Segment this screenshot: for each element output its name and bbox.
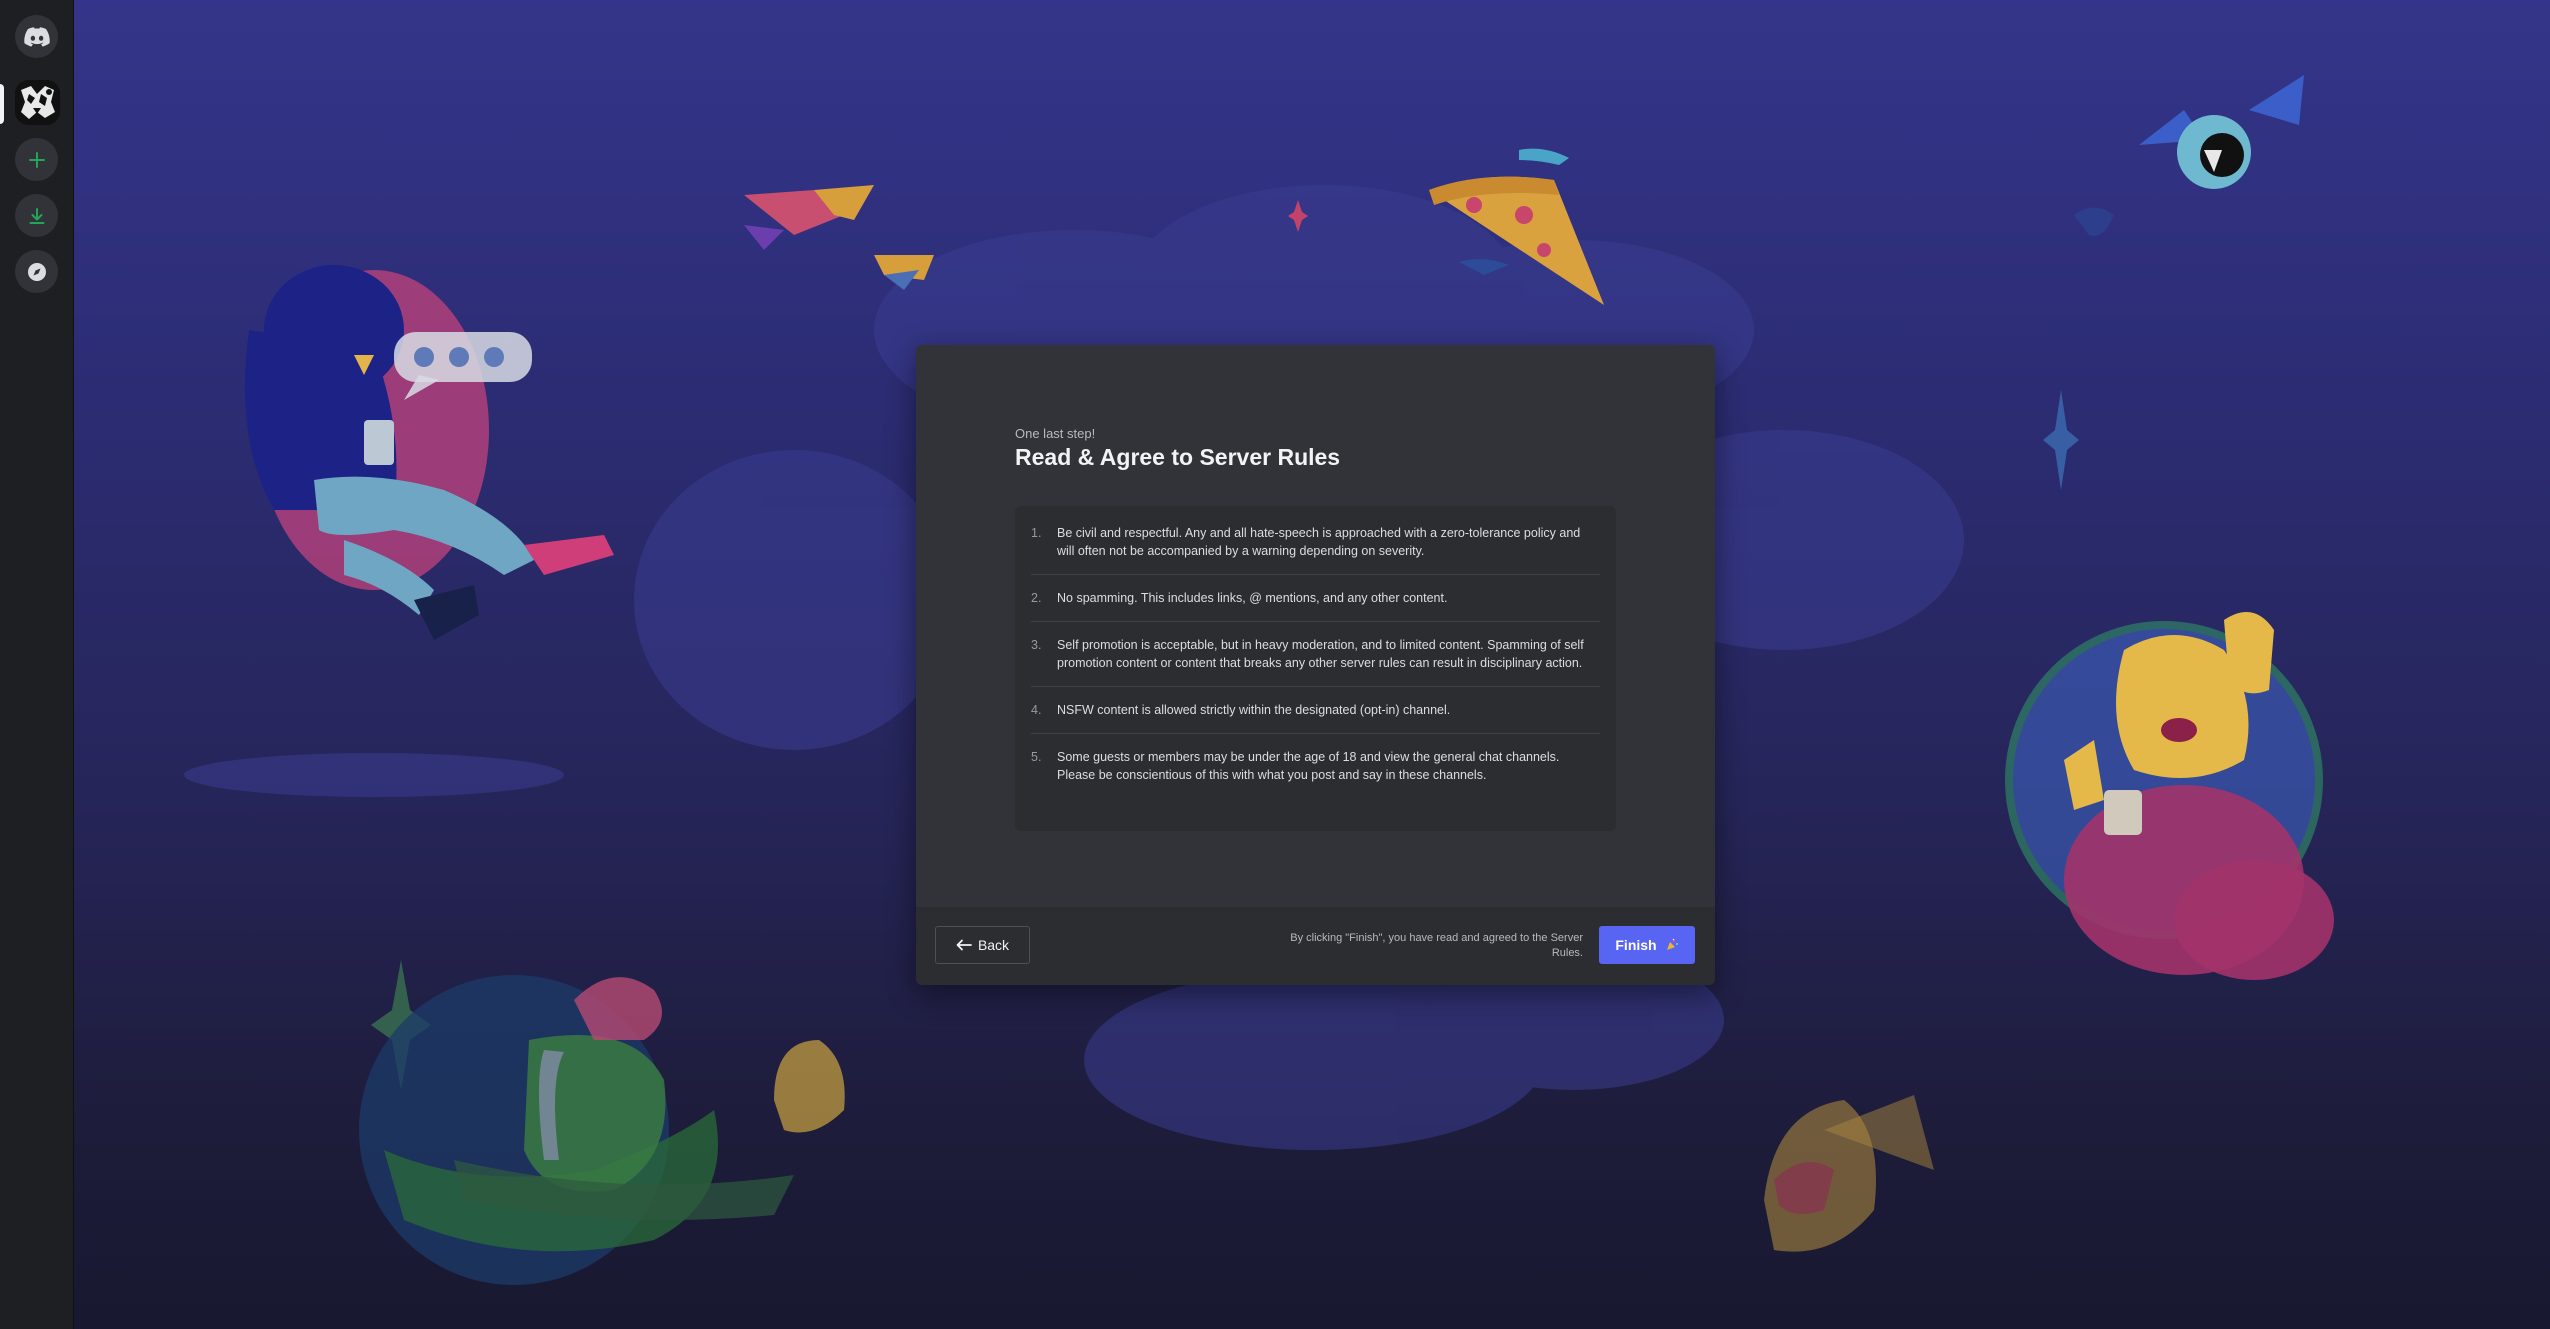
onboarding-background: One last step! Read & Agree to Server Ru… (73, 0, 2550, 1329)
download-icon (29, 207, 44, 224)
compass-icon (27, 262, 46, 281)
server-avatar[interactable] (15, 80, 60, 125)
party-popper-icon (1666, 938, 1678, 950)
finish-label: Finish (1615, 937, 1657, 953)
add-server-button[interactable] (15, 138, 58, 181)
rule-number: 1. (1031, 526, 1042, 540)
modal-body: One last step! Read & Agree to Server Ru… (916, 345, 1715, 905)
home-button[interactable] (15, 15, 58, 58)
plus-icon (28, 151, 45, 168)
rule-item: 3. Self promotion is acceptable, but in … (1031, 622, 1600, 687)
server-logo-icon (15, 80, 60, 125)
back-button[interactable]: Back (935, 926, 1030, 964)
agreement-footnote: By clicking "Finish", you have read and … (1290, 932, 1583, 959)
rule-number: 4. (1031, 703, 1042, 717)
selected-indicator (0, 84, 4, 124)
rules-modal: One last step! Read & Agree to Server Ru… (916, 345, 1715, 985)
back-label: Back (977, 937, 1010, 953)
rule-item: 4. NSFW content is allowed strictly with… (1031, 687, 1600, 734)
rule-text: Self promotion is acceptable, but in hea… (1057, 638, 1584, 670)
arrow-left-icon (956, 939, 972, 951)
modal-title: Read & Agree to Server Rules (1015, 444, 1341, 470)
rule-item: 5. Some guests or members may be under t… (1031, 734, 1600, 798)
rule-text: No spamming. This includes links, @ ment… (1057, 591, 1448, 605)
rule-number: 5. (1031, 750, 1042, 764)
rule-text: Be civil and respectful. Any and all hat… (1057, 526, 1581, 558)
rule-number: 3. (1031, 638, 1042, 652)
rule-text: Some guests or members may be under the … (1057, 750, 1560, 782)
download-apps-button[interactable] (15, 194, 58, 237)
server-rail (0, 0, 73, 1329)
rule-number: 2. (1031, 591, 1042, 605)
discover-button[interactable] (15, 250, 58, 293)
modal-footer: Back By clicking "Finish", you have read… (916, 907, 1715, 985)
rule-item: 2. No spamming. This includes links, @ m… (1031, 575, 1600, 622)
rule-item: 1. Be civil and respectful. Any and all … (1031, 510, 1600, 575)
rule-text: NSFW content is allowed strictly within … (1057, 703, 1451, 717)
finish-button[interactable]: Finish (1599, 926, 1695, 964)
step-eyebrow: One last step! (1015, 426, 1096, 441)
discord-logo-icon (23, 26, 50, 47)
rules-list: 1. Be civil and respectful. Any and all … (1015, 506, 1616, 831)
